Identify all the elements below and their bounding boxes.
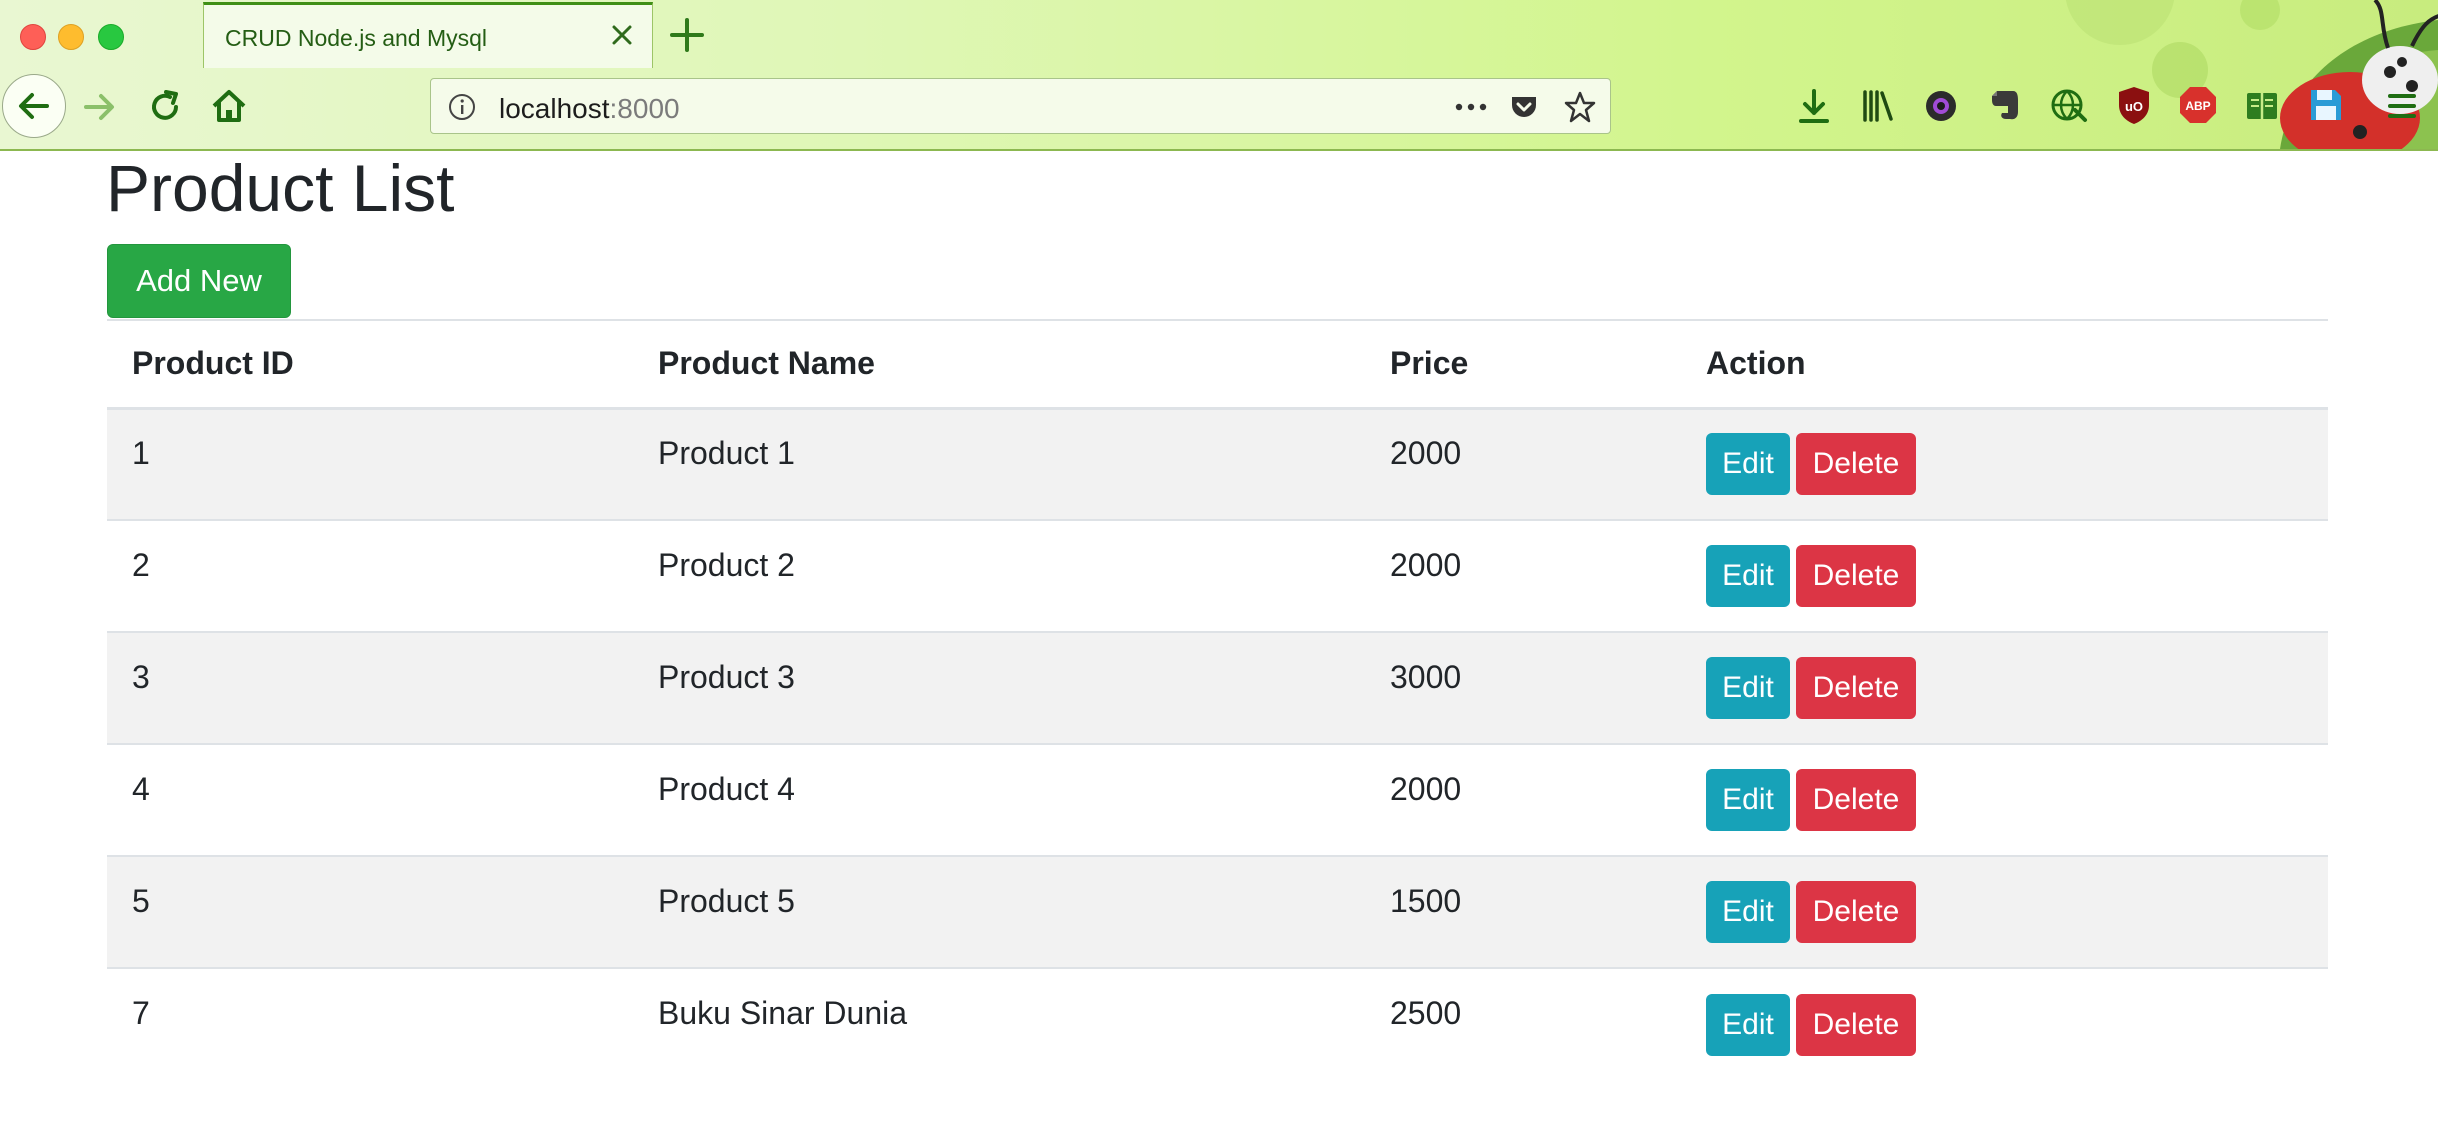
cell-action: Edit Delete [1681,968,2328,1080]
edit-button[interactable]: Edit [1706,433,1790,496]
adblock-plus-icon[interactable]: ABP [2178,85,2218,125]
tab-close-icon[interactable] [606,19,638,51]
url-text: localhost:8000 [499,93,680,125]
adblock-badge-text: ABP [2185,99,2210,113]
edit-button[interactable]: Edit [1706,545,1790,607]
cell-product-id: 3 [107,632,633,745]
table-row: 5 Product 5 1500 Edit Delete [107,856,2328,969]
cell-product-id: 5 [107,856,633,969]
cell-price: 2000 [1365,744,1681,857]
table-header-row: Product ID Product Name Price Action [107,319,2328,410]
edit-button[interactable]: Edit [1706,881,1790,943]
edit-button[interactable]: Edit [1706,769,1790,831]
product-table-container: Product ID Product Name Price Action 1 P… [107,319,2328,1080]
edit-button[interactable]: Edit [1706,657,1790,719]
delete-button[interactable]: Delete [1796,545,1916,607]
window-zoom-button[interactable] [98,24,124,50]
cell-price: 2000 [1365,408,1681,521]
library-icon[interactable] [1860,88,1896,124]
download-icon[interactable] [1797,88,1831,126]
cell-price: 1500 [1365,856,1681,969]
url-bar[interactable]: localhost:8000 [430,78,1611,134]
cell-product-name: Product 5 [633,856,1365,969]
cell-product-name: Product 2 [633,520,1365,633]
table-row: 4 Product 4 2000 Edit Delete [107,744,2328,857]
back-arrow-icon [19,93,49,119]
table-row: 7 Buku Sinar Dunia 2500 Edit Delete [107,968,2328,1080]
cell-product-name: Buku Sinar Dunia [658,995,908,1031]
translate-icon[interactable] [2050,86,2088,124]
cell-action: Edit Delete [1681,408,2328,521]
ublock-badge-text: uO [2125,99,2143,114]
tab-active[interactable]: CRUD Node.js and Mysql [203,2,653,68]
cell-action: Edit Delete [1681,856,2328,969]
column-header-action: Action [1681,319,2328,410]
column-header-product-id: Product ID [107,319,633,410]
url-host: localhost [499,93,610,124]
ublock-icon[interactable]: uO [2116,85,2152,125]
edit-button[interactable]: Edit [1706,993,1790,1056]
product-table: Product ID Product Name Price Action 1 P… [107,319,2328,1080]
reader-icon[interactable] [2244,88,2280,124]
add-new-button[interactable]: Add New [107,244,291,318]
cell-product-name: Product 3 [633,632,1365,745]
cell-price: 2500 [1390,995,1462,1031]
column-header-price: Price [1365,319,1681,410]
tab-title: CRUD Node.js and Mysql [225,25,488,51]
cell-product-id: 2 [107,520,633,633]
table-row: 1 Product 1 2000 Edit Delete [107,408,2328,521]
cell-price: 2000 [1365,520,1681,633]
site-info-icon[interactable] [447,92,477,122]
cell-action: Edit Delete [1681,632,2328,745]
delete-button[interactable]: Delete [1796,769,1916,831]
reload-icon[interactable] [146,88,184,126]
page-actions-more-icon[interactable] [1453,93,1489,121]
table-row: 3 Product 3 3000 Edit Delete [107,632,2328,745]
pocket-icon[interactable] [1508,91,1540,123]
browser-chrome: CRUD Node.js and Mysql localhost:8000 uO… [0,0,2438,151]
table-row: 2 Product 2 2000 Edit Delete [107,520,2328,633]
save-icon[interactable] [2308,87,2344,123]
back-button[interactable] [2,74,66,138]
bookmark-star-icon[interactable] [1563,90,1597,124]
delete-button[interactable]: Delete [1796,881,1916,943]
cell-product-name: Product 1 [633,408,1365,521]
cell-action: Edit Delete [1681,520,2328,633]
delete-button[interactable]: Delete [1796,657,1916,719]
table-body: 1 Product 1 2000 Edit Delete 2 Product 2 … [107,408,2328,1080]
cell-product-id: 7 [132,995,150,1031]
url-port: :8000 [609,93,680,124]
delete-button[interactable]: Delete [1796,433,1916,496]
window-minimize-button[interactable] [58,24,84,50]
forward-arrow-icon[interactable] [80,88,118,126]
extension-camera-icon[interactable] [1923,88,1959,124]
page-title: Product List [106,151,455,225]
cell-product-name: Product 4 [633,744,1365,857]
cell-price: 3000 [1365,632,1681,745]
table-header: Product ID Product Name Price Action [107,319,2328,410]
evernote-icon[interactable] [1988,86,2022,124]
navigation-toolbar: localhost:8000 uO ABP [0,68,2438,149]
window-close-button[interactable] [20,24,46,50]
column-header-product-name: Product Name [633,319,1365,410]
delete-button[interactable]: Delete [1796,993,1916,1056]
home-icon[interactable] [209,86,249,126]
tab-strip: CRUD Node.js and Mysql [0,0,2438,68]
cell-product-id: 1 [107,408,633,521]
cell-action: Edit Delete [1681,744,2328,857]
menu-icon[interactable] [2387,90,2417,122]
new-tab-plus-icon[interactable] [666,14,708,56]
cell-product-id: 4 [107,744,633,857]
